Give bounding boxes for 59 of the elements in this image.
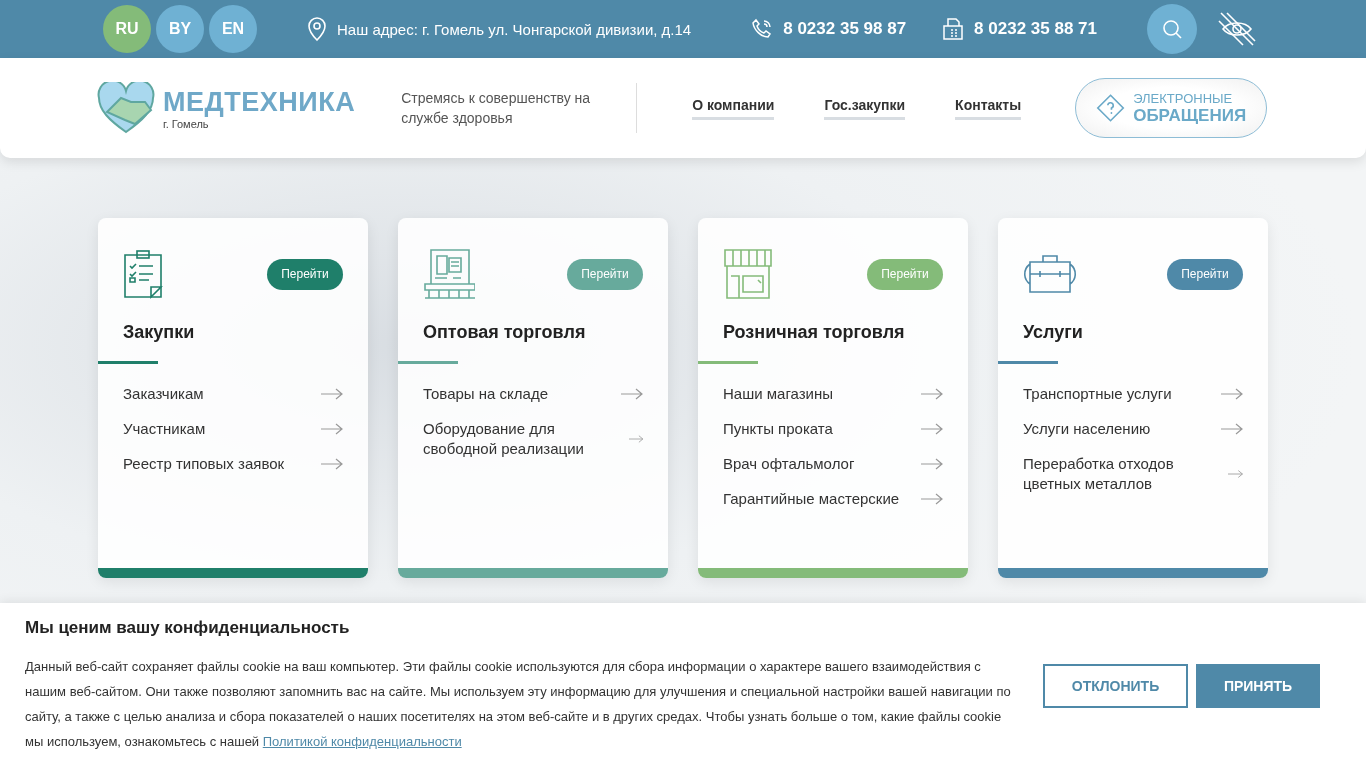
nav-link[interactable]: Контакты <box>955 96 1022 120</box>
title-underline <box>698 361 758 364</box>
arrow-right-icon[interactable] <box>1227 468 1243 480</box>
decline-button[interactable]: ОТКЛОНИТЬ <box>1043 663 1188 708</box>
slogan-text: Стремясь к совершенству на службе здоровья <box>401 89 592 128</box>
card-title: Розничная торговля <box>723 322 906 343</box>
card-title: Закупки <box>123 322 196 343</box>
shop-front-icon <box>723 248 773 300</box>
card-link[interactable]: Товары на складе <box>423 384 548 404</box>
card-link[interactable]: Заказчикам <box>123 384 204 404</box>
go-button[interactable]: Перейти <box>267 258 343 290</box>
card-link[interactable]: Врач офтальмолог <box>723 454 855 474</box>
accept-button[interactable]: ПРИНЯТЬ <box>1196 663 1320 708</box>
arrow-right-icon[interactable] <box>321 388 343 400</box>
phone-icon <box>751 18 774 40</box>
fax-icon <box>942 17 965 41</box>
card-link[interactable]: Переработка отходов цветных металлов <box>1023 454 1218 494</box>
go-button[interactable]: Перейти <box>1167 258 1243 290</box>
card-link[interactable]: Пункты проката <box>723 419 833 439</box>
arrow-right-icon[interactable] <box>921 493 943 505</box>
arrow-right-icon[interactable] <box>921 388 943 400</box>
title-underline <box>398 361 458 364</box>
cookie-title: Мы ценим вашу конфиденциальность <box>25 617 351 638</box>
briefcase-icon <box>1023 254 1077 294</box>
card-link[interactable]: Оборудование для свободной реализации <box>423 419 619 459</box>
card-link[interactable]: Услуги населению <box>1023 419 1151 439</box>
title-underline <box>998 361 1058 364</box>
accessibility-eye-icon[interactable] <box>1217 11 1257 47</box>
arrow-right-icon[interactable] <box>621 388 643 400</box>
arrow-right-icon[interactable] <box>1221 423 1243 435</box>
card-link[interactable]: Реестр типовых заявок <box>123 454 285 474</box>
title-underline <box>98 361 158 364</box>
card-link[interactable]: Гарантийные мастерские <box>723 489 900 509</box>
question-diamond-icon <box>1096 92 1126 124</box>
clipboard-checklist-icon <box>123 249 163 299</box>
arrow-right-icon[interactable] <box>921 423 943 435</box>
nav-link[interactable]: О компании <box>692 96 775 120</box>
arrow-right-icon[interactable] <box>628 433 643 445</box>
nav-link[interactable]: Гос.закупки <box>824 96 906 120</box>
privacy-policy-link[interactable]: Политикой конфиденциальности <box>262 733 462 749</box>
arrow-right-icon[interactable] <box>321 423 343 435</box>
warehouse-icon <box>423 248 475 300</box>
card-title: Оптовая торговля <box>423 322 587 343</box>
search-icon <box>1161 18 1183 40</box>
logo-city: г. Гомель <box>163 117 210 130</box>
arrow-right-icon[interactable] <box>321 458 343 470</box>
phone-number[interactable]: 8 0232 35 98 87 <box>783 19 907 39</box>
cookie-text: Данный веб-сайт сохраняет файлы cookie на ваш компьютер. Эти файлы cookie используются для сбора информации о характере вашего взаимодействия с нашим веб-сайтом. Они также позволяют запомнить вас на сайте. Мы используем эту информацию для улучшения и специальной настройки вашей навигации по сайту, а также с целью анализа и сбора показателей о наших посетителях на этом веб-сайте и в других средах. Чтобы узнать больше о том, какие файлы cookie мы используем, ознакомьтесь с нашей Политикой конфиденциальности <box>25 657 1012 751</box>
card-link[interactable]: Наши магазины <box>723 384 834 404</box>
arrow-right-icon[interactable] <box>921 458 943 470</box>
location-pin-icon <box>307 16 327 42</box>
card-title: Услуги <box>1023 322 1084 343</box>
card-link[interactable]: Участникам <box>123 419 206 439</box>
address-text: Наш адрес: г. Гомель ул. Чонгарской дивизии, д.14 <box>337 20 692 38</box>
arrow-right-icon[interactable] <box>1221 388 1243 400</box>
card-link[interactable]: Транспортные услуги <box>1023 384 1172 404</box>
search-button[interactable] <box>1147 4 1197 54</box>
fax-number[interactable]: 8 0232 35 88 71 <box>974 19 1097 39</box>
logo-name: МЕДТЕХНИКА <box>163 86 356 118</box>
